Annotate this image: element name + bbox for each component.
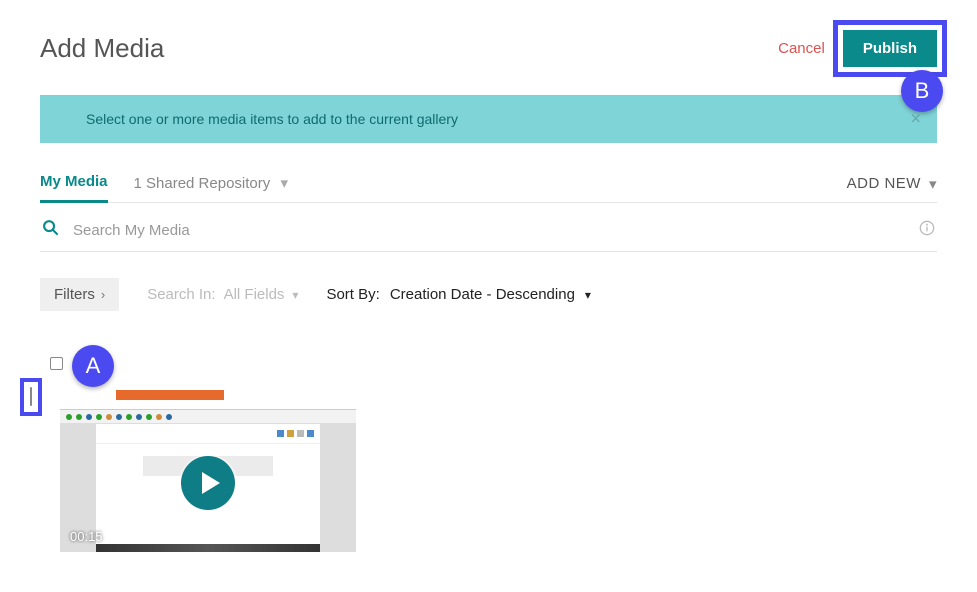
add-new-label: ADD NEW — [847, 175, 921, 192]
play-icon[interactable] — [181, 456, 235, 510]
tab-my-media[interactable]: My Media — [40, 173, 108, 203]
thumbnail-preview — [60, 384, 356, 410]
chevron-down-icon: ▾ — [280, 175, 288, 192]
chevron-down-icon: ▾ — [292, 288, 298, 302]
search-in-value: All Fields — [224, 286, 285, 303]
thumbnail-preview — [60, 410, 356, 424]
info-banner: Select one or more media items to add to… — [40, 95, 937, 143]
search-in-label: Search In: — [147, 286, 215, 303]
media-item[interactable]: 00:15 — [40, 384, 356, 552]
chevron-right-icon: › — [101, 287, 105, 302]
annotation-badge-b: B — [901, 70, 943, 112]
filters-button[interactable]: Filters › — [40, 278, 119, 311]
media-item-checkbox[interactable] — [30, 387, 32, 406]
sort-label: Sort By: — [326, 286, 379, 303]
cancel-link[interactable]: Cancel — [778, 40, 825, 57]
filters-label: Filters — [54, 286, 95, 303]
chevron-down-icon: ▾ — [929, 175, 937, 193]
annotation-badge-a: A — [72, 345, 114, 387]
info-banner-text: Select one or more media items to add to… — [86, 111, 458, 127]
annotation-frame-a — [20, 378, 42, 416]
sort-value: Creation Date - Descending — [390, 286, 575, 303]
info-icon[interactable] — [919, 220, 935, 241]
media-thumbnail[interactable]: 00:15 — [60, 384, 356, 552]
publish-button[interactable]: Publish — [843, 30, 937, 67]
search-icon — [42, 219, 59, 241]
sort-by-dropdown[interactable]: Sort By: Creation Date - Descending ▾ — [326, 286, 591, 303]
search-input[interactable] — [73, 222, 919, 239]
media-duration: 00:15 — [70, 529, 103, 544]
chevron-down-icon: ▾ — [585, 288, 591, 302]
tab-shared-label: 1 Shared Repository — [134, 175, 271, 192]
select-all-checkbox[interactable] — [50, 357, 63, 370]
thumbnail-preview — [96, 544, 320, 552]
tab-shared-repository[interactable]: 1 Shared Repository ▾ — [134, 174, 288, 202]
page-title: Add Media — [40, 33, 164, 64]
search-in-dropdown[interactable]: Search In: All Fields ▾ — [147, 286, 298, 303]
add-new-dropdown[interactable]: ADD NEW ▾ — [847, 175, 937, 201]
